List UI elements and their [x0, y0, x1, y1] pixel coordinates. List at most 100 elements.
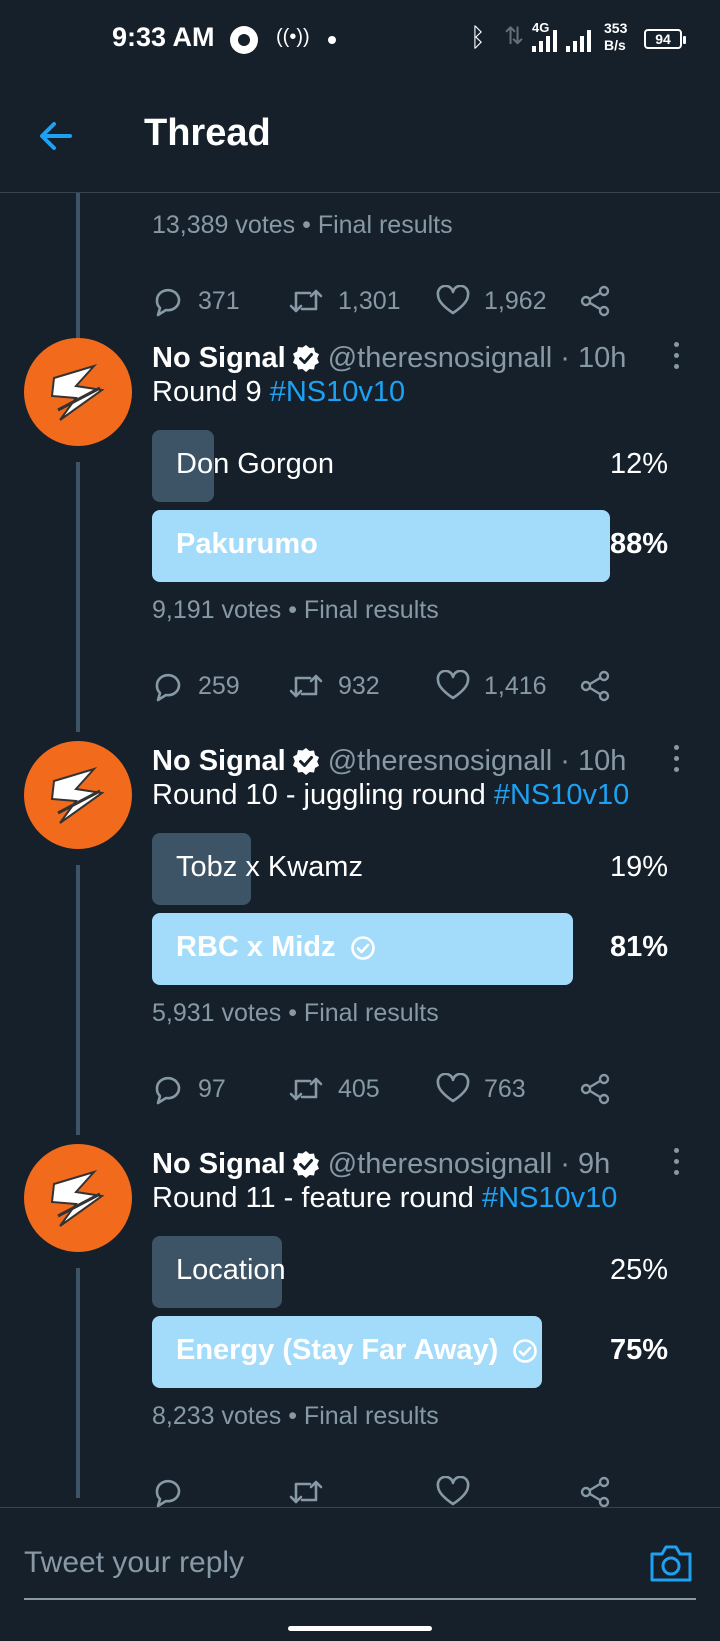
- share-button[interactable]: [578, 670, 612, 702]
- camera-icon[interactable]: [648, 1542, 694, 1584]
- poll-status: Final results: [303, 596, 439, 624]
- tweet-time: 9h: [578, 1147, 611, 1180]
- display-name[interactable]: No Signal: [152, 342, 286, 375]
- tweet-body: Round 10 - juggling round: [152, 779, 494, 811]
- hashtag-link[interactable]: #NS10v10: [494, 779, 629, 811]
- thread-connector: [76, 865, 80, 1135]
- reply-icon: [155, 288, 181, 317]
- tweet[interactable]: No Signal @theresnosignall · 10h Round 9 #…: [0, 338, 720, 732]
- poll-option-percent: 81%: [609, 931, 668, 963]
- thread-content[interactable]: 13,389 votes • Final results 371 1,301 1…: [0, 193, 720, 1507]
- notification-dot-icon: [328, 36, 336, 44]
- tweet-actions: [152, 1476, 622, 1507]
- poll-option: Tobz x Kwamz 19%: [152, 833, 672, 905]
- reply-composer: Tweet your reply: [0, 1507, 720, 1641]
- like-button[interactable]: [436, 1476, 484, 1507]
- user-handle: @theresnosignall: [327, 341, 553, 374]
- poll-option-percent: 75%: [609, 1334, 668, 1366]
- option-text: Location: [176, 1254, 286, 1286]
- retweet-button[interactable]: 932: [288, 670, 380, 702]
- share-button[interactable]: [578, 1073, 612, 1105]
- reply-button[interactable]: 259: [152, 670, 240, 702]
- signal-2-icon: [566, 28, 591, 52]
- option-text: Energy (Stay Far Away): [176, 1334, 499, 1366]
- hotspot-icon: ((•)): [276, 26, 310, 48]
- signal-icon: [532, 28, 557, 52]
- share-button[interactable]: [578, 1476, 612, 1507]
- tweet[interactable]: No Signal @theresnosignall · 9h Round 11 -…: [0, 1144, 720, 1507]
- hashtag-link[interactable]: #NS10v10: [270, 376, 405, 408]
- like-button[interactable]: 1,962: [436, 285, 547, 317]
- like-button[interactable]: 763: [436, 1073, 526, 1105]
- avatar[interactable]: [24, 741, 132, 849]
- tweet-text: Round 9 #NS10v10: [152, 376, 405, 409]
- tweet-actions: 371 1,301 1,962: [152, 285, 622, 325]
- status-time: 9:33 AM: [112, 22, 215, 52]
- poll-option-label: Pakurumo: [176, 528, 318, 561]
- reply-input[interactable]: Tweet your reply: [24, 1546, 244, 1580]
- tweet-header: No Signal @theresnosignall · 9h: [152, 1144, 610, 1184]
- avatar[interactable]: [24, 1144, 132, 1252]
- vote-count: 9,191 votes: [152, 596, 282, 624]
- more-options-icon[interactable]: [672, 745, 680, 775]
- reply-button[interactable]: 97: [152, 1073, 226, 1105]
- tweet-time: 10h: [578, 744, 627, 777]
- display-name[interactable]: No Signal: [152, 1148, 286, 1181]
- page-title: Thread: [144, 112, 271, 154]
- reply-icon: [155, 1479, 181, 1507]
- retweet-button[interactable]: [288, 1476, 338, 1507]
- share-button[interactable]: [578, 285, 612, 317]
- reply-count: 371: [198, 286, 240, 315]
- verified-badge-icon: [292, 1151, 319, 1178]
- more-options-icon[interactable]: [672, 1148, 680, 1178]
- battery-icon: 94: [644, 29, 686, 49]
- poll-status: Final results: [303, 1402, 439, 1430]
- reply-button[interactable]: [152, 1476, 198, 1507]
- retweet-button[interactable]: 405: [288, 1073, 380, 1105]
- selected-check-icon: [513, 1338, 538, 1363]
- more-options-icon[interactable]: [672, 342, 680, 372]
- network-speed: 353 B/s: [604, 20, 627, 54]
- retweet-button[interactable]: 1,301: [288, 285, 401, 317]
- tweet-actions: 259 932 1,416: [152, 670, 622, 710]
- back-arrow-icon[interactable]: [36, 116, 76, 156]
- display-name[interactable]: No Signal: [152, 745, 286, 778]
- home-indicator[interactable]: [288, 1626, 432, 1631]
- poll-option-label: Location: [176, 1254, 286, 1287]
- like-count: 1,962: [484, 286, 547, 315]
- retweet-icon: [289, 674, 323, 698]
- tweet-text: Round 10 - juggling round #NS10v10: [152, 779, 629, 812]
- option-text: RBC x Midz: [176, 931, 336, 963]
- status-bar: 9:33 AM ((•)) ᛒ ⇅ 4G 353 B/s 94: [0, 0, 720, 80]
- option-text: Tobz x Kwamz: [176, 851, 363, 883]
- thread-connector: [76, 193, 80, 359]
- reply-input-underline: [24, 1598, 696, 1600]
- retweet-count: 405: [338, 1074, 380, 1103]
- share-icon: [580, 1476, 610, 1507]
- tweet-body: Round 9: [152, 376, 270, 408]
- reply-icon: [155, 1076, 181, 1105]
- poll-option-percent: 88%: [609, 528, 668, 560]
- no-signal-logo-icon: [50, 364, 105, 421]
- heart-icon: [436, 285, 470, 315]
- avatar[interactable]: [24, 338, 132, 446]
- hashtag-link[interactable]: #NS10v10: [482, 1182, 617, 1214]
- tweet[interactable]: No Signal @theresnosignall · 10h Round 10 …: [0, 741, 720, 1135]
- poll-option-percent: 19%: [609, 851, 668, 883]
- tweet-header: No Signal @theresnosignall · 10h: [152, 338, 626, 378]
- user-handle: @theresnosignall: [327, 744, 553, 777]
- poll-option-label: Energy (Stay Far Away): [176, 1334, 538, 1367]
- verified-badge-icon: [292, 345, 319, 372]
- poll-option-percent: 25%: [609, 1254, 668, 1286]
- retweet-count: 932: [338, 671, 380, 700]
- no-signal-logo-icon: [50, 1170, 105, 1227]
- poll-option-label: RBC x Midz: [176, 931, 376, 964]
- reply-button[interactable]: 371: [152, 285, 240, 317]
- thread-connector: [76, 1268, 80, 1498]
- selected-check-icon: [350, 935, 375, 960]
- separator: ·: [552, 1147, 579, 1180]
- heart-icon: [436, 1476, 470, 1506]
- speed-unit: B/s: [604, 37, 626, 53]
- like-button[interactable]: 1,416: [436, 670, 547, 702]
- tweet-actions: 97 405 763: [152, 1073, 622, 1113]
